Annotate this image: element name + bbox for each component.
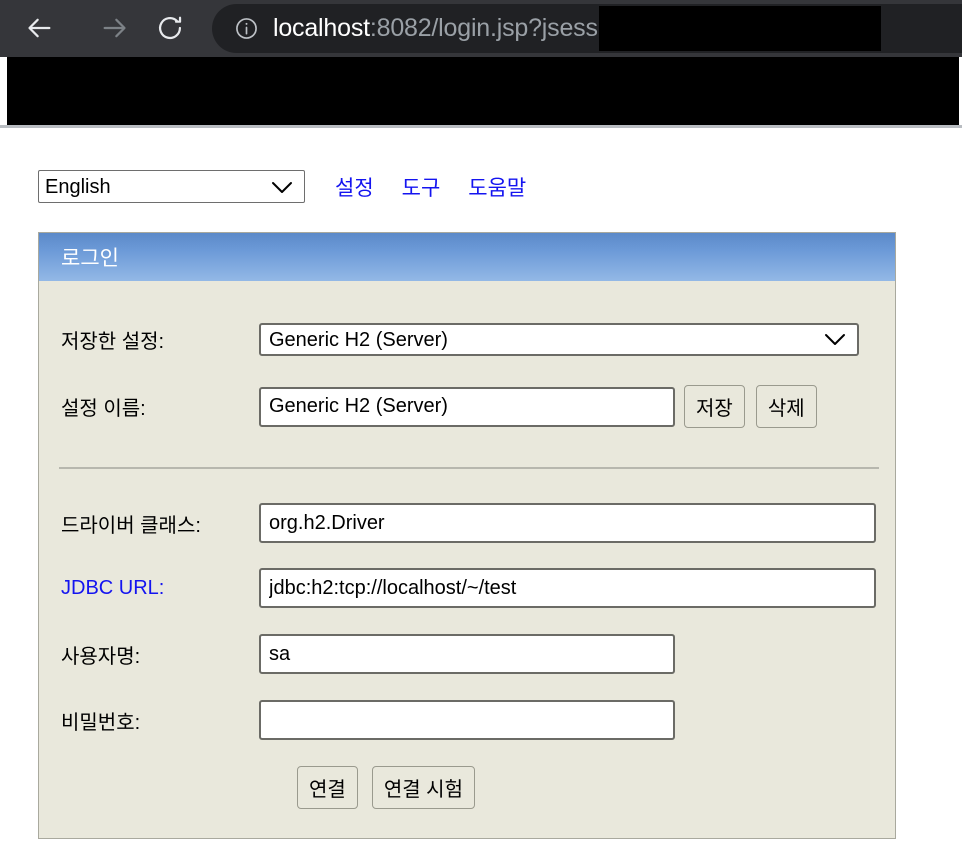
address-bar-path: :8082/login.jsp?jsess xyxy=(370,14,598,42)
save-button[interactable]: 저장 xyxy=(684,385,745,428)
toolbar-link-help[interactable]: 도움말 xyxy=(468,172,526,202)
info-circle-icon[interactable] xyxy=(234,16,259,41)
forward-button[interactable] xyxy=(92,6,136,50)
jdbc-url-label[interactable]: JDBC URL: xyxy=(61,577,259,600)
toolbar-link-tools[interactable]: 도구 xyxy=(402,172,441,202)
username-label: 사용자명: xyxy=(61,640,259,669)
saved-settings-select-wrapper: Generic H2 (Server) xyxy=(259,323,859,356)
language-select-wrapper: English xyxy=(38,170,305,203)
saved-settings-select[interactable]: Generic H2 (Server) xyxy=(259,323,859,356)
login-panel: 로그인 저장한 설정: Generic H2 (Server) xyxy=(38,232,896,839)
arrow-right-icon xyxy=(100,14,128,42)
address-bar-host: localhost xyxy=(273,14,370,42)
username-row: 사용자명: xyxy=(61,634,675,674)
page-toolbar: English 설정 도구 도움말 xyxy=(38,170,526,203)
username-input[interactable] xyxy=(259,634,675,674)
password-row: 비밀번호: xyxy=(61,700,675,740)
arrow-left-icon xyxy=(26,14,54,42)
reload-button[interactable] xyxy=(148,6,192,50)
toolbar-link-settings[interactable]: 설정 xyxy=(335,172,374,202)
form-divider xyxy=(59,467,879,469)
password-input[interactable] xyxy=(259,700,675,740)
driver-class-label: 드라이버 클래스: xyxy=(61,509,259,538)
setting-name-input[interactable] xyxy=(259,387,675,427)
login-panel-header: 로그인 xyxy=(39,233,895,281)
page-content: English 설정 도구 도움말 로그인 저장한 설정: Generic H2… xyxy=(0,128,962,868)
driver-class-input[interactable] xyxy=(259,503,876,543)
setting-name-row: 설정 이름: 저장 삭제 xyxy=(61,385,817,428)
form-actions: 연결 연결 시험 xyxy=(297,766,475,809)
language-select[interactable]: English xyxy=(38,170,305,203)
password-label: 비밀번호: xyxy=(61,706,259,735)
address-bar[interactable]: localhost:8082/login.jsp?jsess xyxy=(212,4,962,53)
saved-settings-row: 저장한 설정: Generic H2 (Server) xyxy=(61,323,859,356)
page-title: 로그인 xyxy=(61,242,119,272)
address-bar-url[interactable]: localhost:8082/login.jsp?jsess xyxy=(273,14,598,43)
test-connection-button[interactable]: 연결 시험 xyxy=(372,766,475,809)
back-button[interactable] xyxy=(18,6,62,50)
jdbc-url-input[interactable] xyxy=(259,568,876,608)
delete-button[interactable]: 삭제 xyxy=(756,385,817,428)
reload-icon xyxy=(156,14,184,42)
saved-settings-label: 저장한 설정: xyxy=(61,325,259,354)
login-form: 저장한 설정: Generic H2 (Server) 설정 이름: 저장 xyxy=(39,281,895,838)
connect-button[interactable]: 연결 xyxy=(297,766,358,809)
setting-name-label: 설정 이름: xyxy=(61,392,259,421)
redacted-content-block xyxy=(0,57,962,125)
jdbc-url-row: JDBC URL: xyxy=(61,568,876,608)
url-redaction-block xyxy=(599,6,881,51)
driver-class-row: 드라이버 클래스: xyxy=(61,503,876,543)
browser-toolbar: localhost:8082/login.jsp?jsess xyxy=(0,0,962,57)
